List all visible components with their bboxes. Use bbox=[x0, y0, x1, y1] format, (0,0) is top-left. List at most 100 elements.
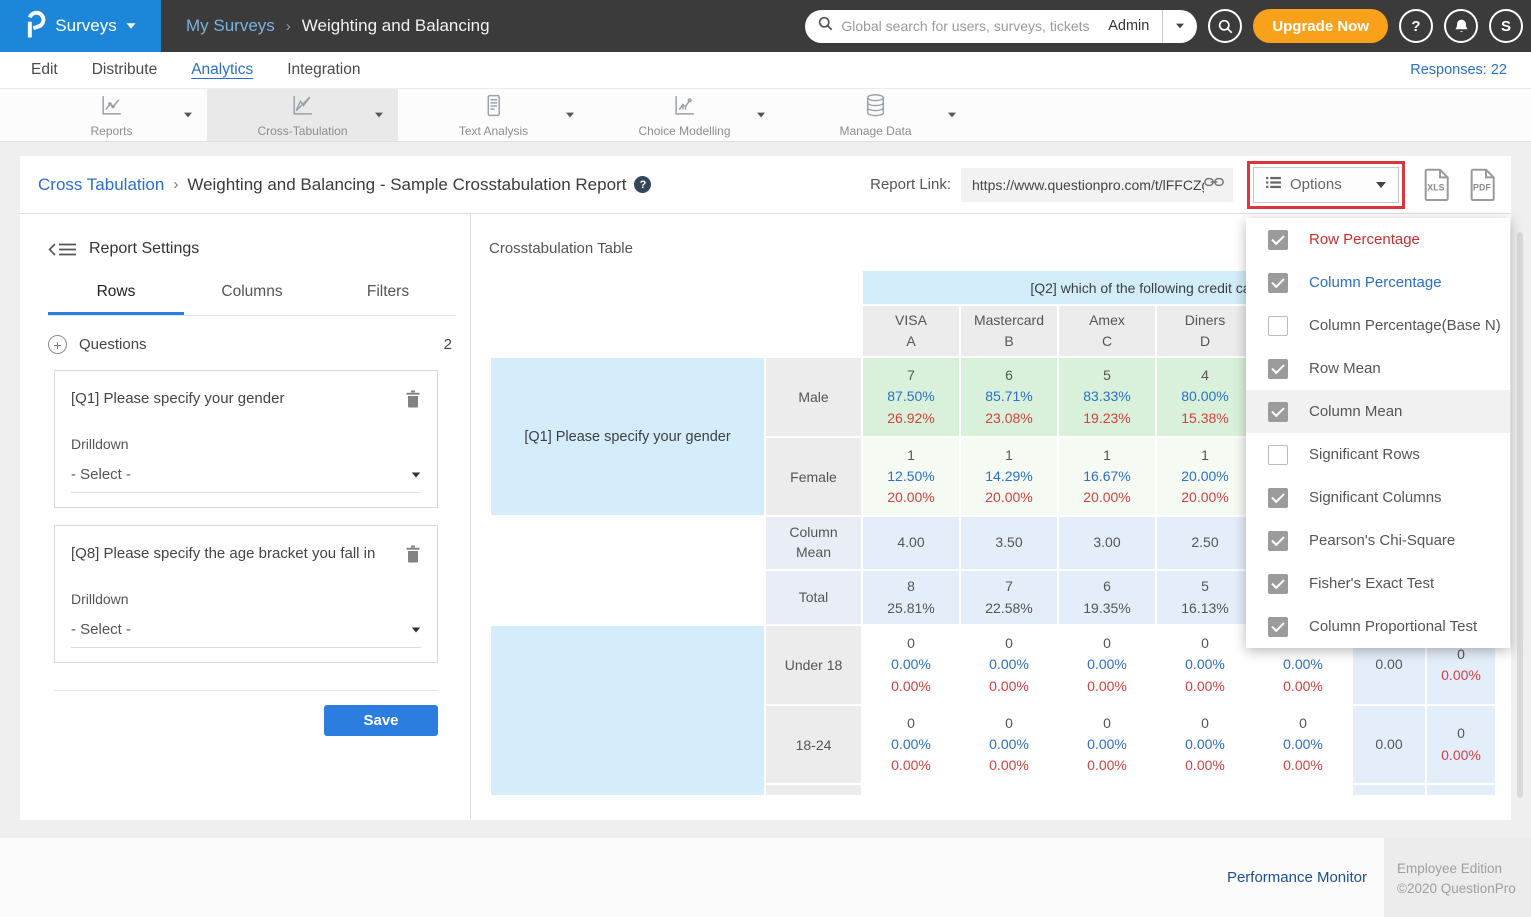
cell-line: 20.00% bbox=[863, 487, 959, 508]
cell-line: 15.38% bbox=[1157, 408, 1253, 429]
vertical-scrollbar[interactable] bbox=[1517, 232, 1523, 798]
checkbox-unchecked-icon[interactable] bbox=[1268, 445, 1288, 465]
settings-tab-filters[interactable]: Filters bbox=[320, 283, 456, 315]
cell-line: 16.13% bbox=[1157, 598, 1253, 619]
options-menu-item-column-mean[interactable]: Column Mean bbox=[1246, 390, 1510, 433]
drilldown-select[interactable]: - Select - bbox=[71, 466, 421, 493]
export-pdf-button[interactable]: PDF bbox=[1468, 168, 1497, 201]
collapse-panel-icon[interactable] bbox=[48, 243, 76, 256]
checkbox-checked-icon[interactable] bbox=[1268, 574, 1288, 594]
options-highlight-box: Options bbox=[1247, 161, 1405, 209]
cell-line: 3.00 bbox=[1059, 532, 1155, 553]
chevron-down-icon[interactable] bbox=[948, 113, 956, 118]
checkbox-checked-icon[interactable] bbox=[1268, 531, 1288, 551]
checkbox-checked-icon[interactable] bbox=[1268, 359, 1288, 379]
responses-count[interactable]: Responses: 22 bbox=[1410, 62, 1507, 78]
cross-tabulation-link[interactable]: Cross Tabulation bbox=[38, 175, 164, 195]
cell-line: 8 bbox=[863, 576, 959, 597]
settings-tab-rows[interactable]: Rows bbox=[48, 283, 184, 315]
options-button[interactable]: Options bbox=[1253, 167, 1399, 203]
table-cell: 00.00%0.00% bbox=[1059, 706, 1155, 783]
options-menu-item-label: Row Percentage bbox=[1309, 231, 1420, 248]
chevron-down-icon[interactable] bbox=[375, 113, 383, 118]
options-menu-item-row-mean[interactable]: Row Mean bbox=[1246, 347, 1510, 390]
checkbox-checked-icon[interactable] bbox=[1268, 273, 1288, 293]
link-icon[interactable] bbox=[1204, 175, 1224, 194]
column-header: VISAA bbox=[863, 306, 959, 356]
header-separator: › bbox=[173, 176, 178, 193]
toolbar-tab-cross-tabulation[interactable]: Cross-Tabulation bbox=[207, 89, 398, 141]
options-menu-item-column-percentage[interactable]: Column Percentage bbox=[1246, 261, 1510, 304]
global-search[interactable]: Global search for users, surveys, ticket… bbox=[805, 10, 1197, 43]
notifications-button[interactable] bbox=[1444, 9, 1478, 43]
question-text: [Q8] Please specify the age bracket you … bbox=[71, 545, 395, 562]
search-input[interactable]: Global search for users, surveys, ticket… bbox=[841, 18, 1108, 34]
toolbar-tab-choice-modelling[interactable]: Choice Modelling bbox=[589, 89, 780, 141]
toolbar-tab-reports[interactable]: Reports bbox=[16, 89, 207, 141]
product-name: Surveys bbox=[55, 16, 116, 36]
checkbox-checked-icon[interactable] bbox=[1268, 230, 1288, 250]
column-name: VISA bbox=[863, 310, 959, 331]
chevron-down-icon[interactable] bbox=[757, 113, 765, 118]
nav-item-distribute[interactable]: Distribute bbox=[75, 61, 174, 79]
options-menu-item-row-percentage[interactable]: Row Percentage bbox=[1246, 218, 1510, 261]
nav-item-integration[interactable]: Integration bbox=[270, 61, 377, 79]
checkbox-checked-icon[interactable] bbox=[1268, 617, 1288, 637]
save-button[interactable]: Save bbox=[324, 705, 438, 736]
cell-line: 5 bbox=[1157, 576, 1253, 597]
nav-item-analytics[interactable]: Analytics bbox=[174, 61, 270, 79]
list-icon bbox=[1266, 176, 1281, 194]
question-row: [Q1] Please specify your gender bbox=[71, 390, 421, 413]
toolbar-tab-manage-data[interactable]: Manage Data bbox=[780, 89, 971, 141]
question-cards: [Q1] Please specify your genderDrilldown… bbox=[48, 370, 456, 663]
settings-tab-columns[interactable]: Columns bbox=[184, 283, 320, 315]
performance-monitor-link[interactable]: Performance Monitor bbox=[1227, 869, 1367, 886]
export-xls-button[interactable]: XLS bbox=[1422, 168, 1451, 201]
checkbox-checked-icon[interactable] bbox=[1268, 402, 1288, 422]
cell-line: 0.00% bbox=[1059, 676, 1155, 697]
drilldown-select[interactable]: - Select - bbox=[71, 621, 421, 648]
product-switcher[interactable]: Surveys bbox=[0, 0, 161, 52]
report-link-field[interactable]: https://www.questionpro.com/t/lFFCZg bbox=[961, 168, 1233, 202]
toolbar-tab-text-analysis[interactable]: Text Analysis bbox=[398, 89, 589, 141]
table-cell bbox=[1427, 785, 1495, 795]
cell-line: 80.00% bbox=[1157, 386, 1253, 407]
column-header: DinersD bbox=[1157, 306, 1253, 356]
checkbox-unchecked-icon[interactable] bbox=[1268, 316, 1288, 336]
options-menu-item-significant-rows[interactable]: Significant Rows bbox=[1246, 433, 1510, 476]
avatar[interactable]: S bbox=[1489, 9, 1523, 43]
trash-icon bbox=[405, 550, 421, 567]
report-help-icon[interactable]: ? bbox=[634, 176, 651, 193]
upgrade-now-button[interactable]: Upgrade Now bbox=[1253, 9, 1388, 43]
report-title: Weighting and Balancing - Sample Crossta… bbox=[187, 175, 626, 195]
cell-line: 0.00% bbox=[1157, 755, 1253, 776]
questions-row: + Questions 2 bbox=[48, 335, 456, 354]
row-label: Total bbox=[766, 571, 861, 624]
cell-line: 1 bbox=[1059, 445, 1155, 466]
options-menu-item-column-percentage-base-n-[interactable]: Column Percentage(Base N) bbox=[1246, 304, 1510, 347]
delete-question-button[interactable] bbox=[405, 545, 421, 568]
options-menu-item-pearson-s-chi-square[interactable]: Pearson's Chi-Square bbox=[1246, 519, 1510, 562]
options-menu-item-column-proportional-test[interactable]: Column Proportional Test bbox=[1246, 605, 1510, 648]
help-button[interactable]: ? bbox=[1399, 9, 1433, 43]
report-link-url[interactable]: https://www.questionpro.com/t/lFFCZg bbox=[972, 177, 1204, 193]
search-scope-dropdown[interactable] bbox=[1162, 10, 1197, 43]
checkbox-checked-icon[interactable] bbox=[1268, 488, 1288, 508]
nav-item-edit[interactable]: Edit bbox=[14, 61, 75, 79]
breadcrumb-my-surveys[interactable]: My Surveys bbox=[186, 16, 275, 36]
options-menu-item-fisher-s-exact-test[interactable]: Fisher's Exact Test bbox=[1246, 562, 1510, 605]
cell-line: 1 bbox=[961, 445, 1057, 466]
table-cell: 00.00%0.00% bbox=[863, 626, 959, 704]
chevron-down-icon[interactable] bbox=[566, 113, 574, 118]
options-menu-item-significant-columns[interactable]: Significant Columns bbox=[1246, 476, 1510, 519]
add-question-button[interactable]: + bbox=[48, 335, 67, 354]
cell-line: 20.00% bbox=[1059, 487, 1155, 508]
bell-icon bbox=[1454, 18, 1469, 34]
search-submit-button[interactable] bbox=[1208, 9, 1242, 43]
cell-line: 0.00% bbox=[1255, 734, 1351, 755]
delete-question-button[interactable] bbox=[405, 390, 421, 413]
cell-line: 23.08% bbox=[961, 408, 1057, 429]
table-cell bbox=[1353, 785, 1425, 795]
chevron-down-icon[interactable] bbox=[184, 113, 192, 118]
cell-line: 0 bbox=[863, 633, 959, 654]
